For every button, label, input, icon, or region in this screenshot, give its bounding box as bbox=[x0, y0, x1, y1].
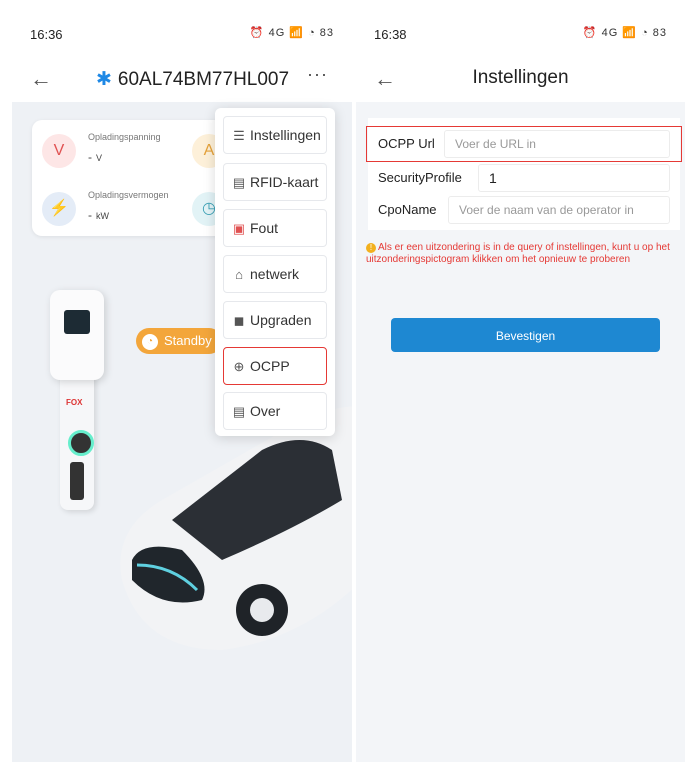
device-screen: 16:36 ⏰ 4G 📶 ◔ 83 ← ✱ 60AL74BM77HL007 ···… bbox=[12, 0, 352, 762]
stat-power: ⚡ Opladingsvermogen - kW bbox=[32, 178, 182, 236]
warning-text: ! Als er een uitzondering is in de query … bbox=[366, 242, 670, 265]
charger-brand: FOX bbox=[66, 398, 83, 407]
page-title: Instellingen bbox=[472, 67, 569, 88]
security-profile-input[interactable] bbox=[478, 164, 670, 192]
status-bar: 16:38 ⏰ 4G 📶 ◔ 83 bbox=[356, 0, 685, 60]
menu-item-instellingen[interactable]: ☰ Instellingen bbox=[223, 116, 327, 154]
cpo-name-input[interactable] bbox=[448, 196, 670, 224]
power-icon: ⚡ bbox=[42, 192, 76, 226]
status-time: 16:38 bbox=[374, 27, 407, 42]
title-bar: ← ✱ 60AL74BM77HL007 ··· bbox=[12, 60, 352, 102]
card-icon: ▤ bbox=[232, 175, 246, 190]
status-badge: ◔ Standby bbox=[136, 328, 222, 354]
title-bar: ← Instellingen bbox=[356, 60, 685, 102]
security-profile-row: SecurityProfile bbox=[368, 162, 680, 194]
menu-item-fout[interactable]: ▣ Fout bbox=[223, 209, 327, 247]
page-title: ✱ 60AL74BM77HL007 bbox=[96, 68, 289, 91]
menu-item-upgraden[interactable]: ◼ Upgraden bbox=[223, 301, 327, 339]
cpo-name-row: CpoName bbox=[368, 194, 680, 226]
network-icon: ⌂ bbox=[235, 267, 243, 282]
more-menu-icon[interactable]: ··· bbox=[307, 64, 328, 85]
info-icon: ▤ bbox=[232, 404, 246, 419]
back-arrow-icon[interactable]: ← bbox=[30, 66, 52, 92]
status-icons: ⏰ 4G 📶 ◔ 83 bbox=[249, 27, 334, 39]
ocpp-url-highlight bbox=[366, 126, 682, 162]
settings-icon: ☰ bbox=[233, 128, 245, 143]
stat-label: Opladingspanning bbox=[88, 132, 161, 142]
dropdown-menu: ☰ Instellingen ▤ RFID-kaart ▣ Fout ⌂ netwerk… bbox=[215, 108, 335, 436]
security-profile-label: SecurityProfile bbox=[378, 170, 462, 185]
menu-item-netwerk[interactable]: ⌂ netwerk bbox=[223, 255, 327, 293]
stat-label: Opladingsvermogen bbox=[88, 190, 169, 200]
stat-value: -V bbox=[88, 150, 103, 164]
fault-icon: ▣ bbox=[232, 221, 246, 236]
status-bar: 16:36 ⏰ 4G 📶 ◔ 83 bbox=[12, 0, 352, 60]
status-icons: ⏰ 4G 📶 ◔ 83 bbox=[582, 27, 667, 39]
stat-voltage: V Opladingspanning -V bbox=[32, 120, 182, 178]
globe-icon: ⊕ bbox=[233, 359, 245, 374]
device-id: 60AL74BM77HL007 bbox=[117, 69, 290, 90]
menu-item-over[interactable]: ▤ Over bbox=[223, 392, 327, 430]
menu-item-ocpp[interactable]: ⊕ OCPP bbox=[223, 347, 327, 385]
bluetooth-icon: ✱ bbox=[96, 69, 112, 90]
voltage-icon: V bbox=[42, 134, 76, 168]
confirm-button[interactable]: Bevestigen bbox=[391, 318, 660, 352]
status-time: 16:36 bbox=[30, 27, 63, 42]
upgrade-icon: ◼ bbox=[233, 313, 245, 328]
warning-icon: ! bbox=[366, 243, 376, 253]
menu-item-rfid[interactable]: ▤ RFID-kaart bbox=[223, 163, 327, 201]
clock-icon: ◔ bbox=[142, 333, 158, 350]
settings-screen: 16:38 ⏰ 4G 📶 ◔ 83 ← Instellingen OCPP Ur… bbox=[356, 0, 685, 762]
cpo-name-label: CpoName bbox=[378, 202, 437, 217]
stat-value: - kW bbox=[88, 208, 109, 222]
